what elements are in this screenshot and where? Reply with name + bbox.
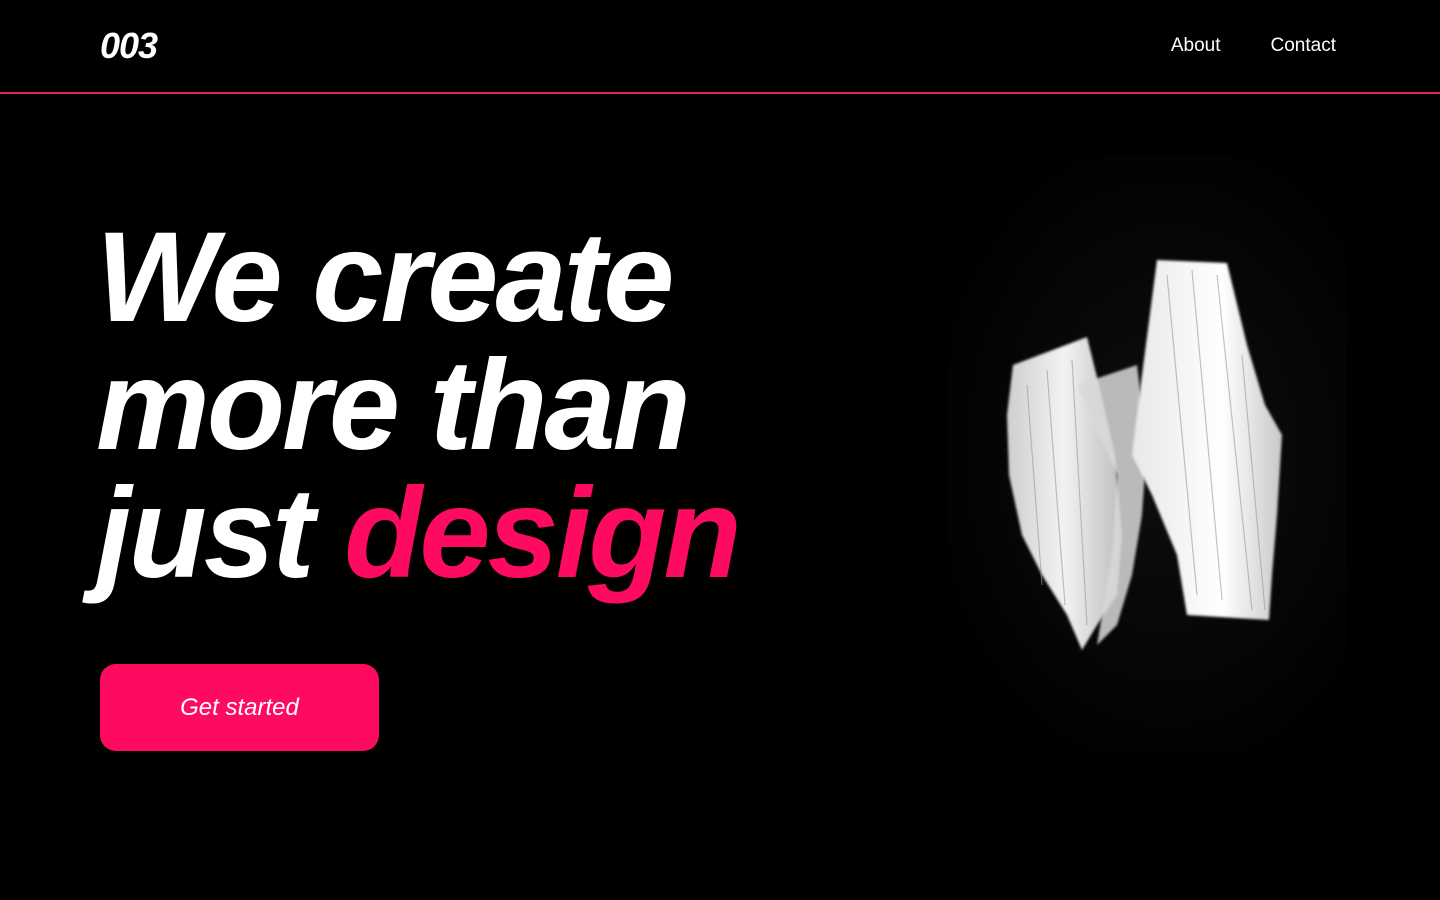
brush-stroke-icon bbox=[1007, 260, 1282, 650]
headline-word-just: just bbox=[96, 462, 315, 605]
nav-link-contact[interactable]: Contact bbox=[1271, 34, 1336, 58]
headline-line-2: more than bbox=[96, 334, 691, 477]
headline-word-design: design bbox=[344, 462, 741, 605]
headline-line-3: just design bbox=[96, 470, 742, 598]
hero-headline: We create more than just design bbox=[96, 206, 742, 598]
brush-stroke-image bbox=[947, 155, 1347, 753]
nav-link-about[interactable]: About bbox=[1171, 34, 1221, 58]
headline-line-1: We create bbox=[96, 206, 674, 349]
get-started-button[interactable]: Get started bbox=[100, 664, 379, 751]
site-header: 003 About Contact bbox=[0, 0, 1440, 94]
main-nav: About Contact bbox=[1171, 34, 1336, 58]
logo[interactable]: 003 bbox=[100, 24, 158, 68]
